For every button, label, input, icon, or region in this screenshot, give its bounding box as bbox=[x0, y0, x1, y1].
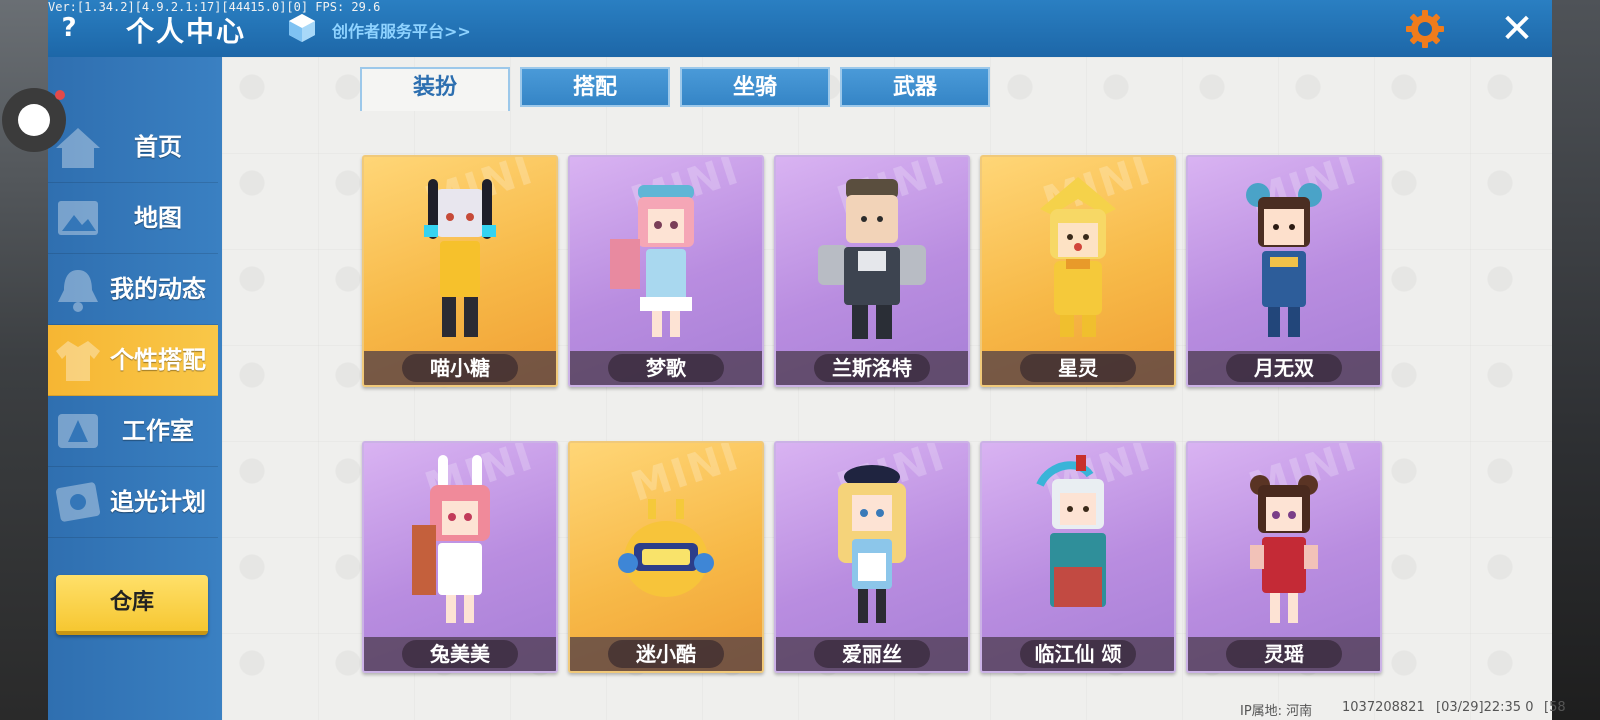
skin-card[interactable]: MINI 喵小糖 bbox=[362, 155, 558, 387]
sidebar-item-plan[interactable]: 追光计划 bbox=[48, 467, 218, 538]
top-bar: Ver:[1.34.2][4.9.2.1:17][44415.0][0] FPS… bbox=[48, 0, 1552, 57]
background-right bbox=[1552, 0, 1600, 720]
sidebar-item-outfit[interactable]: 个性搭配 bbox=[48, 325, 218, 396]
character-portrait bbox=[838, 465, 906, 623]
bell-icon bbox=[58, 270, 98, 312]
close-icon[interactable]: ✕ bbox=[1496, 8, 1538, 50]
skin-card[interactable]: MINI 兰斯洛特 bbox=[774, 155, 970, 387]
character-portrait bbox=[1250, 475, 1318, 623]
character-portrait bbox=[818, 179, 926, 339]
map-icon bbox=[58, 201, 98, 235]
plan-icon bbox=[55, 482, 101, 522]
sidebar-item-map[interactable]: 地图 bbox=[48, 183, 218, 254]
name-bar: 月无双 bbox=[1188, 351, 1380, 385]
page-title: 个人中心 bbox=[126, 15, 247, 48]
creator-cube-icon[interactable] bbox=[286, 12, 318, 44]
sidebar-item-studio[interactable]: 工作室 bbox=[48, 396, 218, 467]
character-portrait bbox=[610, 185, 694, 337]
tab-weapon[interactable]: 武器 bbox=[840, 67, 990, 107]
name-bar: 灵瑶 bbox=[1188, 637, 1380, 671]
character-portrait bbox=[1246, 183, 1322, 337]
sidebar-item-label: 首页 bbox=[134, 133, 182, 161]
sidebar-item-home[interactable]: 首页 bbox=[48, 112, 218, 183]
name-bar: 梦歌 bbox=[570, 351, 762, 385]
skin-card[interactable]: MINI 兔美美 bbox=[362, 441, 558, 673]
skin-name: 爱丽丝 bbox=[842, 642, 902, 666]
studio-icon bbox=[58, 414, 98, 448]
character-portrait bbox=[1040, 177, 1116, 337]
skin-name: 星灵 bbox=[1058, 356, 1098, 380]
skin-card[interactable]: MINI 月无双 bbox=[1186, 155, 1382, 387]
skin-name: 兰斯洛特 bbox=[832, 356, 912, 380]
tab-dressup[interactable]: 装扮 bbox=[360, 67, 510, 111]
footer-extra: [58 bbox=[1544, 700, 1566, 715]
tab-matching[interactable]: 搭配 bbox=[520, 67, 670, 107]
skin-card[interactable]: MINI 迷小酷 bbox=[568, 441, 764, 673]
personal-center-panel: Ver:[1.34.2][4.9.2.1:17][44415.0][0] FPS… bbox=[48, 0, 1566, 720]
skin-name: 迷小酷 bbox=[636, 642, 696, 666]
character-portrait bbox=[412, 455, 490, 623]
name-bar: 临江仙 颂 bbox=[982, 637, 1174, 671]
tab-mount[interactable]: 坐骑 bbox=[680, 67, 830, 107]
user-id: 1037208821 bbox=[1342, 700, 1425, 715]
settings-gear-icon[interactable] bbox=[1404, 8, 1446, 50]
skin-name: 梦歌 bbox=[646, 356, 686, 380]
sidebar-item-label: 我的动态 bbox=[110, 275, 206, 303]
skin-card[interactable]: MINI 星灵 bbox=[980, 155, 1176, 387]
skin-card[interactable]: MINI 灵瑶 bbox=[1186, 441, 1382, 673]
character-portrait bbox=[618, 499, 714, 597]
outfit-content: 装扮 搭配 坐骑 武器 MINI 喵小糖 MINI bbox=[222, 57, 1552, 720]
sidebar-item-label: 地图 bbox=[134, 204, 182, 232]
notification-dot bbox=[55, 90, 65, 100]
name-bar: 爱丽丝 bbox=[776, 637, 968, 671]
wardrobe-icon bbox=[56, 341, 100, 381]
sidebar-item-label: 工作室 bbox=[122, 417, 194, 445]
name-bar: 兔美美 bbox=[364, 637, 556, 671]
sidebar-item-dynamics[interactable]: 我的动态 bbox=[48, 254, 218, 325]
help-icon[interactable]: ? bbox=[58, 14, 80, 42]
sidebar-item-label: 个性搭配 bbox=[110, 346, 206, 374]
name-bar: 星灵 bbox=[982, 351, 1174, 385]
sidebar: 首页 地图 我的动态 个性搭配 工作室 追光计划 仓库 bbox=[48, 57, 222, 720]
name-bar: 兰斯洛特 bbox=[776, 351, 968, 385]
ip-location: IP属地: 河南 bbox=[1240, 704, 1313, 719]
skin-card[interactable]: MINI 临江仙 颂 bbox=[980, 441, 1176, 673]
skin-card[interactable]: MINI 爱丽丝 bbox=[774, 441, 970, 673]
skin-name: 喵小糖 bbox=[430, 356, 490, 380]
creator-platform-link[interactable]: 创作者服务平台>> bbox=[332, 18, 471, 42]
skin-name: 临江仙 颂 bbox=[1034, 642, 1122, 666]
timestamp: [03/29]22:35 0 bbox=[1436, 700, 1534, 715]
name-bar: 喵小糖 bbox=[364, 351, 556, 385]
skin-name: 兔美美 bbox=[430, 642, 490, 666]
skin-name: 灵瑶 bbox=[1264, 642, 1304, 666]
skin-card[interactable]: MINI 梦歌 bbox=[568, 155, 764, 387]
warehouse-button[interactable]: 仓库 bbox=[56, 575, 208, 635]
status-footer: IP属地: 河南 1037208821 [03/29]22:35 0 [58 bbox=[1092, 696, 1566, 720]
character-portrait bbox=[1036, 455, 1106, 607]
skin-name: 月无双 bbox=[1254, 356, 1314, 380]
character-portrait bbox=[424, 179, 496, 337]
sidebar-item-label: 追光计划 bbox=[110, 488, 206, 516]
name-bar: 迷小酷 bbox=[570, 637, 762, 671]
